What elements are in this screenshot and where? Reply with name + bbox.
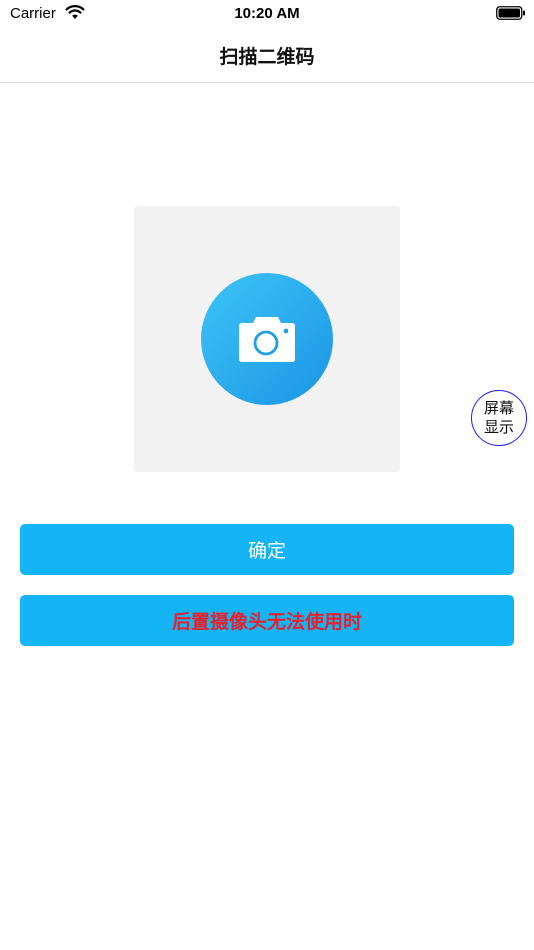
camera-preview-box (134, 206, 400, 472)
screen-display-button[interactable]: 屏幕 显示 (471, 390, 527, 446)
confirm-button[interactable]: 确定 (20, 524, 514, 575)
status-bar: Carrier 10:20 AM (0, 0, 534, 28)
nav-bar: 扫描二维码 (0, 28, 534, 83)
rear-camera-unavailable-button[interactable]: 后置摄像头无法使用时 (20, 595, 514, 646)
confirm-button-label: 确定 (247, 540, 286, 562)
camera-button[interactable] (201, 273, 333, 405)
screen: Carrier 10:20 AM 扫描二维码 屏幕 显示 确定 后置摄像头无法使… (0, 0, 534, 950)
status-time: 10:20 AM (234, 5, 300, 22)
screen-display-line1: 屏幕 (483, 399, 514, 417)
rear-camera-button-label: 后置摄像头无法使用时 (171, 611, 362, 633)
page-title: 扫描二维码 (219, 45, 315, 68)
battery-icon (496, 6, 525, 20)
screen-display-line2: 显示 (483, 418, 514, 436)
camera-icon (239, 317, 295, 362)
